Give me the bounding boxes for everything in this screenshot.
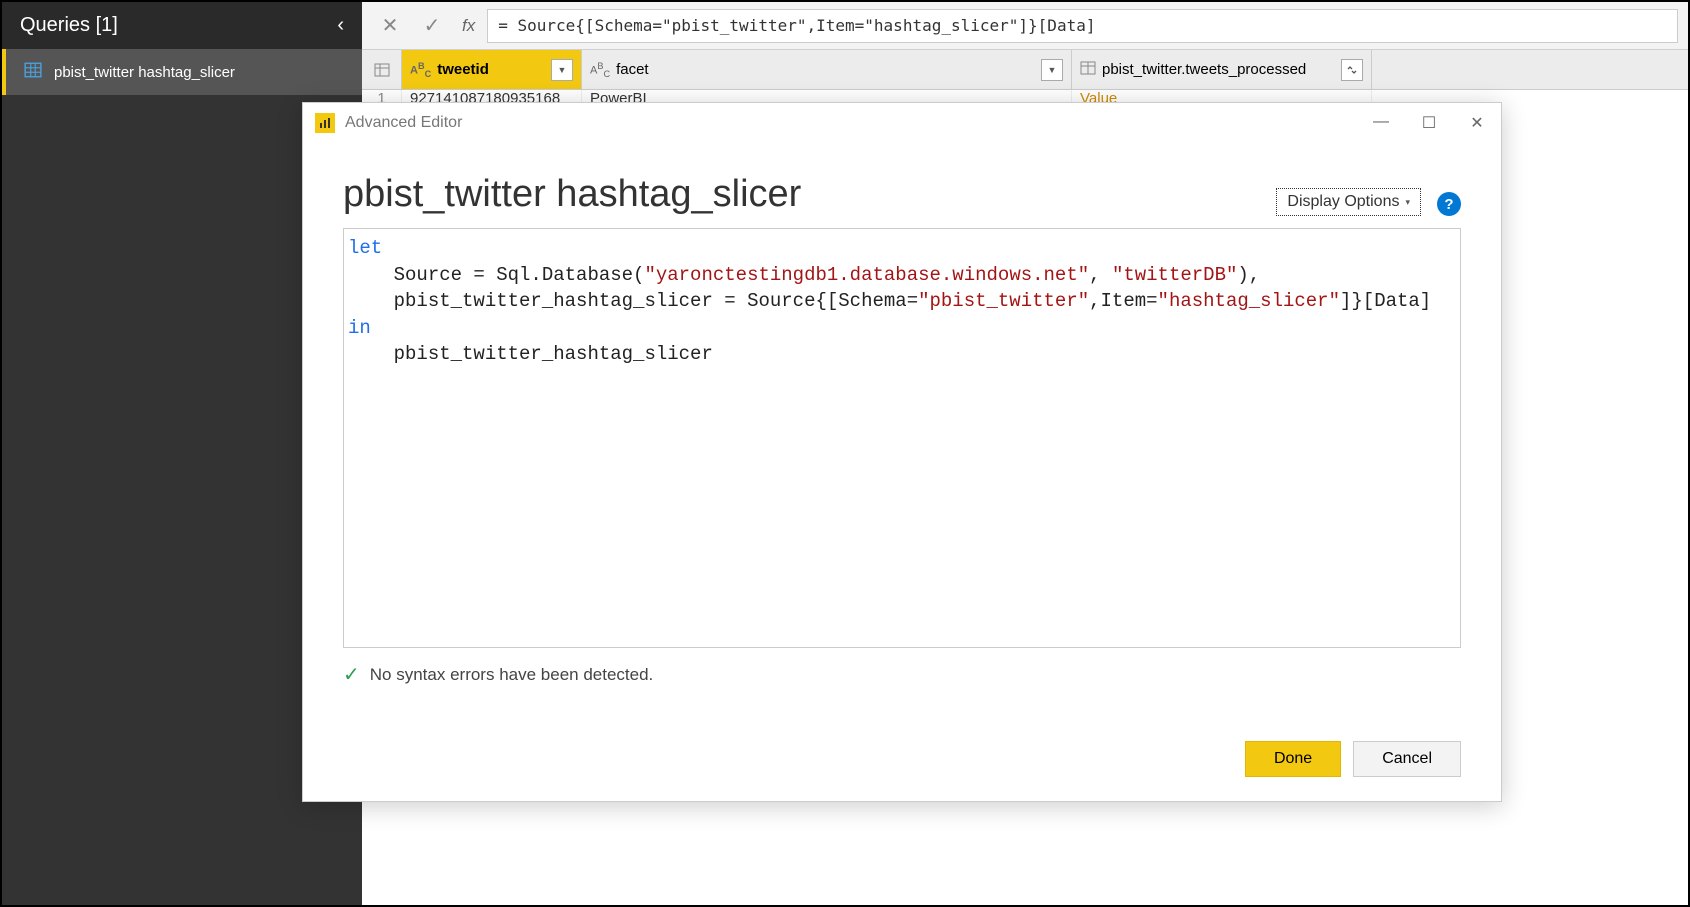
dialog-title: pbist_twitter hashtag_slicer xyxy=(343,173,801,216)
code-text: pbist_twitter_hashtag_slicer xyxy=(348,343,713,365)
column-label: tweetid xyxy=(437,61,489,78)
check-icon: ✓ xyxy=(343,662,360,687)
maximize-icon[interactable]: ☐ xyxy=(1417,113,1441,133)
select-all-icon[interactable] xyxy=(362,50,402,89)
code-string: "hashtag_slicer" xyxy=(1158,290,1340,312)
chevron-down-icon: ▾ xyxy=(1405,197,1410,208)
powerbi-logo-icon xyxy=(315,113,335,133)
dialog-titlebar: Advanced Editor — ☐ ✕ xyxy=(303,103,1501,143)
text-type-icon: ABC xyxy=(590,61,610,79)
cancel-formula-icon[interactable]: ✕ xyxy=(372,9,408,43)
query-item[interactable]: pbist_twitter hashtag_slicer xyxy=(2,49,362,95)
code-string: "yaronctestingdb1.database.windows.net" xyxy=(644,264,1089,286)
formula-bar: ✕ ✓ fx xyxy=(362,2,1688,50)
code-keyword: in xyxy=(348,317,371,339)
formula-input[interactable] xyxy=(487,9,1678,43)
dialog-titlebar-label: Advanced Editor xyxy=(345,114,462,132)
fx-icon[interactable]: fx xyxy=(456,16,481,36)
advanced-editor-dialog: Advanced Editor — ☐ ✕ pbist_twitter hash… xyxy=(302,102,1502,802)
column-pbist[interactable]: pbist_twitter.tweets_processed xyxy=(1072,50,1372,89)
code-text: pbist_twitter_hashtag_slicer = Source{[S… xyxy=(348,290,918,312)
close-icon[interactable]: ✕ xyxy=(1465,113,1489,133)
code-editor[interactable]: let Source = Sql.Database("yaronctesting… xyxy=(343,228,1461,648)
display-options-dropdown[interactable]: Display Options ▾ xyxy=(1276,188,1421,216)
done-button[interactable]: Done xyxy=(1245,741,1341,777)
dialog-buttons: Done Cancel xyxy=(303,725,1501,801)
query-item-label: pbist_twitter hashtag_slicer xyxy=(54,64,235,81)
help-icon[interactable]: ? xyxy=(1437,192,1461,216)
code-string: "twitterDB" xyxy=(1112,264,1237,286)
code-string: "pbist_twitter" xyxy=(918,290,1089,312)
code-text: , xyxy=(1089,264,1112,286)
column-label: pbist_twitter.tweets_processed xyxy=(1102,61,1306,78)
table-type-icon xyxy=(1080,60,1096,80)
grid-header: ABC tweetid ▼ ABC facet ▼ pbist_twitter.… xyxy=(362,50,1688,90)
code-keyword: let xyxy=(348,237,382,259)
minimize-icon[interactable]: — xyxy=(1369,113,1393,133)
code-text: ]}[Data] xyxy=(1340,290,1431,312)
column-filter-icon[interactable]: ▼ xyxy=(551,59,573,81)
status-text: No syntax errors have been detected. xyxy=(370,665,654,685)
column-tweetid[interactable]: ABC tweetid ▼ xyxy=(402,50,582,89)
code-text: ), xyxy=(1237,264,1260,286)
column-label: facet xyxy=(616,61,649,78)
cancel-button[interactable]: Cancel xyxy=(1353,741,1461,777)
text-type-icon: ABC xyxy=(410,61,431,79)
collapse-icon[interactable]: ‹ xyxy=(337,14,344,37)
queries-title: Queries [1] xyxy=(20,14,118,37)
code-text: ,Item= xyxy=(1089,290,1157,312)
window-controls: — ☐ ✕ xyxy=(1369,113,1489,133)
table-icon xyxy=(24,61,42,83)
dialog-header: pbist_twitter hashtag_slicer Display Opt… xyxy=(303,143,1501,228)
code-text: Source = Sql.Database( xyxy=(348,264,644,286)
queries-header: Queries [1] ‹ xyxy=(2,2,362,49)
expand-icon[interactable] xyxy=(1341,59,1363,81)
commit-formula-icon[interactable]: ✓ xyxy=(414,9,450,43)
column-filter-icon[interactable]: ▼ xyxy=(1041,59,1063,81)
display-options-label: Display Options xyxy=(1287,193,1399,211)
status-row: ✓ No syntax errors have been detected. xyxy=(303,648,1501,701)
column-facet[interactable]: ABC facet ▼ xyxy=(582,50,1072,89)
